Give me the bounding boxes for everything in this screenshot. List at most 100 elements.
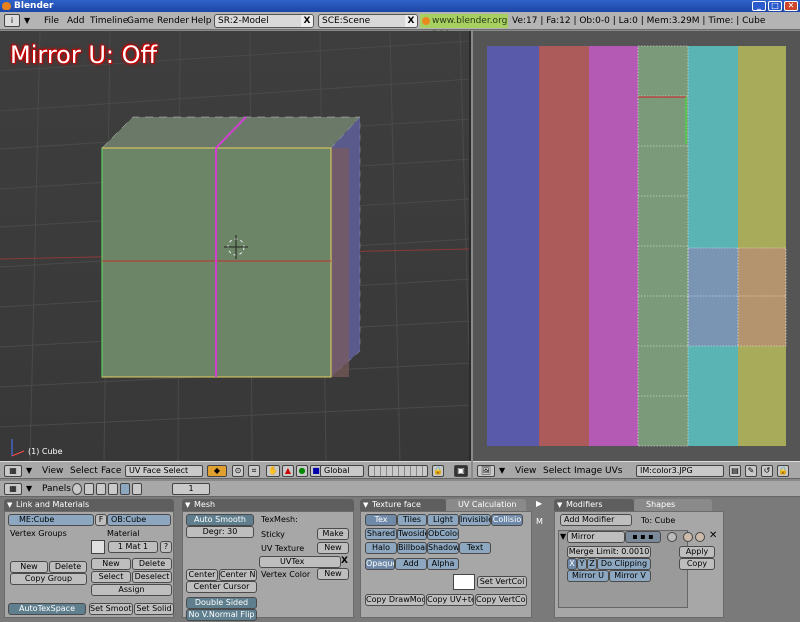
buttons-editor-type-icon[interactable]: ▦	[4, 483, 22, 495]
billboard-toggle[interactable]: Billboar	[397, 542, 427, 554]
set-vertcol-button[interactable]: Set VertCol	[477, 576, 527, 588]
modifier-cage-icon[interactable]	[667, 532, 677, 542]
logic-context-icon[interactable]	[72, 483, 82, 495]
delete-screen-icon[interactable]: X	[301, 15, 313, 27]
autotexspace-toggle[interactable]: AutoTexSpace	[8, 603, 86, 615]
texture-face-tab[interactable]: ▼ Texture face	[360, 499, 446, 511]
snap-icon[interactable]: ⌗	[248, 465, 260, 477]
scene-context-icon[interactable]	[132, 483, 142, 495]
mirror-u-toggle[interactable]: Mirror U	[567, 570, 609, 582]
modifier-expand-icon[interactable]: ▼	[560, 532, 566, 541]
material-slot-selector[interactable]: 1 Mat 1	[108, 541, 158, 553]
make-sticky-button[interactable]: Make	[317, 528, 349, 540]
menu-help[interactable]: Help	[191, 16, 212, 26]
link-materials-tab[interactable]: ▼ Link and Materials	[4, 499, 174, 511]
material-color-swatch[interactable]	[91, 540, 105, 554]
smooth-degree-field[interactable]: Degr: 30	[186, 526, 254, 538]
modifier-name-field[interactable]: Mirror	[567, 531, 625, 543]
pivot-icon[interactable]: ⊙	[232, 465, 244, 477]
uv-image-editor[interactable]	[473, 31, 800, 461]
shading-context-icon[interactable]	[96, 483, 106, 495]
3d-viewport[interactable]: Mirror U: Off (1) Cube	[0, 31, 471, 461]
obcolor-toggle[interactable]: ObColor	[427, 528, 459, 540]
rotate-icon[interactable]: ●	[296, 465, 308, 477]
center-cursor-button[interactable]: Center Cursor	[186, 581, 257, 593]
script-context-icon[interactable]	[84, 483, 94, 495]
halo-toggle[interactable]: Halo	[365, 542, 397, 554]
modifier-display-toggles[interactable]: ▪ ▪ ▪	[625, 531, 661, 543]
translate-icon[interactable]: ▲	[282, 465, 294, 477]
alpha-toggle[interactable]: Alpha	[427, 558, 459, 570]
add-modifier-button[interactable]: Add Modifier	[560, 514, 632, 526]
uv-menu-select[interactable]: Select	[543, 466, 571, 476]
buttons-collapse-icon[interactable]: ▼	[26, 484, 32, 493]
apply-modifier-button[interactable]: Apply	[679, 546, 715, 558]
uv-calculation-tab[interactable]: UV Calculation	[446, 499, 526, 511]
blender-url[interactable]: www.blender.org 244	[420, 14, 508, 40]
text-toggle[interactable]: Text	[459, 542, 491, 554]
light-toggle[interactable]: Light	[427, 514, 459, 526]
minimize-button[interactable]: _	[752, 1, 766, 11]
material-help-button[interactable]: ?	[160, 541, 172, 553]
shadow-toggle[interactable]: Shadow	[427, 542, 459, 554]
delete-scene-icon[interactable]: X	[405, 15, 417, 27]
vertex-color-swatch[interactable]	[453, 574, 475, 590]
maximize-button[interactable]: □	[768, 1, 782, 11]
copy-vertcol-button[interactable]: Copy VertCol	[475, 594, 527, 606]
modifiers-tab[interactable]: ▼ Modifiers	[554, 499, 634, 511]
shapes-tab[interactable]: Shapes	[634, 499, 712, 511]
object-context-icon[interactable]	[108, 483, 118, 495]
uv-editor-type-icon[interactable]: 🖼	[477, 465, 495, 477]
shared-toggle[interactable]: Shared	[365, 528, 397, 540]
mirror-v-toggle[interactable]: Mirror V	[609, 570, 651, 582]
lock-layers-icon[interactable]: 🔒	[432, 465, 444, 477]
uv-collapse-icon[interactable]: ▼	[499, 466, 505, 475]
draw-type-icon[interactable]: ◆	[207, 465, 227, 477]
menu-timeline[interactable]: Timeline	[90, 16, 128, 26]
twoside-toggle[interactable]: Twoside	[397, 528, 427, 540]
orientation-selector[interactable]: Global	[320, 465, 364, 477]
set-solid-button[interactable]: Set Solid	[134, 603, 174, 615]
copy-group-button[interactable]: Copy Group	[10, 573, 87, 585]
add-blend-toggle[interactable]: Add	[395, 558, 427, 570]
invisible-toggle[interactable]: Invisible	[459, 514, 491, 526]
delete-uvtex-icon[interactable]: X	[341, 556, 351, 568]
lock-icon[interactable]: 🔒	[777, 465, 789, 477]
opaque-toggle[interactable]: Opaque	[365, 558, 395, 570]
layer-buttons[interactable]	[368, 465, 428, 477]
double-sided-toggle[interactable]: Double Sided	[186, 597, 257, 609]
object-datablock-field[interactable]: OB:Cube	[107, 514, 171, 526]
menu-add[interactable]: Add	[67, 16, 84, 26]
new-uv-texture-button[interactable]: New	[317, 542, 349, 554]
select-material-button[interactable]: Select	[91, 571, 131, 583]
new-vertex-group-button[interactable]: New	[10, 561, 48, 573]
deselect-material-button[interactable]: Deselect	[132, 571, 172, 583]
collision-toggle[interactable]: Collisio	[491, 514, 523, 526]
assign-material-button[interactable]: Assign	[91, 584, 172, 596]
center-button[interactable]: Center	[186, 569, 218, 581]
uv-menu-uvs[interactable]: UVs	[605, 466, 622, 476]
mesh-datablock-field[interactable]: ME:Cube	[8, 514, 94, 526]
mesh-tab[interactable]: ▼ Mesh	[182, 499, 354, 511]
render-view-icon[interactable]: ▣	[454, 465, 468, 477]
mirror-axis-y-toggle[interactable]: Y	[577, 558, 587, 570]
view3d-menu-select[interactable]: Select	[70, 466, 98, 476]
menu-file[interactable]: File	[44, 16, 59, 26]
merge-limit-field[interactable]: Merge Limit: 0.0010	[567, 546, 651, 558]
view3d-editor-type-icon[interactable]: ▦	[4, 465, 22, 477]
image-selector[interactable]: IM:color3.JPG	[636, 465, 724, 477]
center-new-button[interactable]: Center New	[219, 569, 257, 581]
tex-toggle[interactable]: Tex	[365, 514, 397, 526]
view3d-collapse-icon[interactable]: ▼	[26, 466, 32, 475]
delete-modifier-icon[interactable]: ✕	[709, 530, 717, 541]
delete-material-button[interactable]: Delete	[132, 558, 172, 570]
menu-render[interactable]: Render	[157, 16, 189, 26]
copy-uv-button[interactable]: Copy UV+te	[426, 594, 474, 606]
new-material-button[interactable]: New	[91, 558, 131, 570]
manipulator-hand-icon[interactable]: ✋	[266, 465, 280, 477]
no-vnormal-flip-toggle[interactable]: No V.Normal Flip	[186, 609, 257, 621]
screen-selector[interactable]: SR:2-Model X	[214, 14, 314, 28]
menu-game[interactable]: Game	[127, 16, 154, 26]
pack-image-icon[interactable]: ▤	[729, 465, 741, 477]
mirror-axis-x-toggle[interactable]: X	[567, 558, 577, 570]
